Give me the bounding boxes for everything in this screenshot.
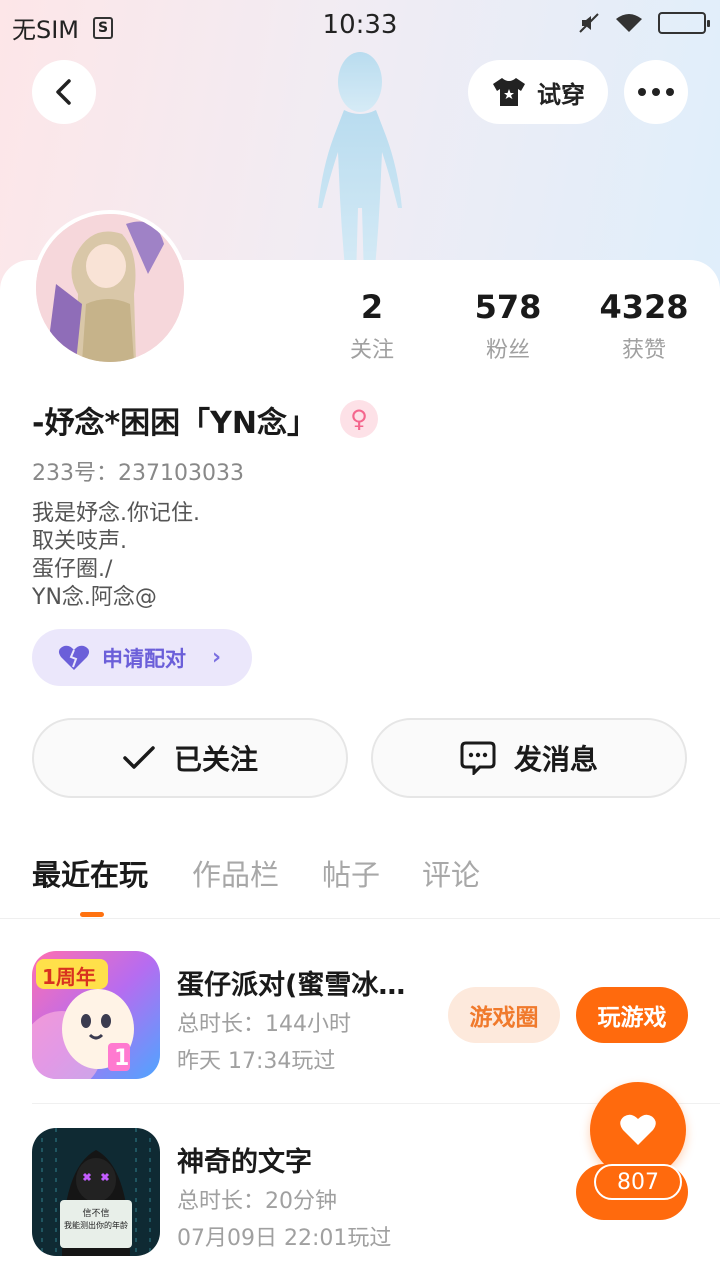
checkmark-icon <box>123 746 155 769</box>
stat-following-value: 2 <box>360 288 384 326</box>
stat-followers-label: 粉丝 <box>485 338 530 363</box>
followed-button[interactable]: 已关注 <box>32 718 348 798</box>
tab-posts[interactable]: 帖子 <box>322 852 380 894</box>
like-count-badge: 807 <box>594 1164 682 1200</box>
game-duration: 总时长：20分钟 <box>177 1189 337 1214</box>
bio-line: YN念.阿念@ <box>32 585 157 610</box>
mute-icon <box>579 13 599 33</box>
game-last-played: 07月09日 22:01玩过 <box>177 1226 392 1251</box>
heart-icon <box>620 1114 656 1145</box>
avatar-image <box>36 214 184 362</box>
back-button[interactable] <box>32 60 96 124</box>
game-icon: 1 1周年 <box>32 951 160 1079</box>
tab-recently-played[interactable]: 最近在玩 <box>32 852 148 894</box>
game-circle-button[interactable]: 游戏圈 <box>448 987 560 1043</box>
more-button[interactable] <box>624 60 688 124</box>
play-game-button[interactable]: 玩游戏 <box>576 987 688 1043</box>
avatar[interactable] <box>32 210 188 366</box>
game-icon-label: 1周年 <box>42 965 96 989</box>
profile-uid: 233号：237103033 <box>32 461 244 486</box>
stat-following-label: 关注 <box>349 338 394 363</box>
game-row[interactable]: 1 1周年 蛋仔派对(蜜雪冰… 总时长：144小时 昨天 17:34玩过 游戏圈… <box>32 951 720 1081</box>
stat-following[interactable]: 2 关注 <box>302 288 442 364</box>
chat-bubble-icon <box>460 741 496 775</box>
apply-pair-button[interactable]: 申请配对 › <box>32 629 252 686</box>
game-icon: 信不信 我能测出你的年龄 <box>32 1128 160 1256</box>
send-message-button[interactable]: 发消息 <box>371 718 687 798</box>
tabs-divider <box>0 918 720 919</box>
stat-likes-value: 4328 <box>599 288 689 326</box>
gender-female-icon: ♀ <box>340 400 378 438</box>
game-icon-caption-2: 我能测出你的年龄 <box>64 1221 128 1230</box>
game-title: 蛋仔派对(蜜雪冰… <box>177 970 406 1001</box>
chevron-left-icon <box>56 79 71 105</box>
stat-likes-label: 获赞 <box>621 338 666 363</box>
status-bar: 无SIM S 10:33 <box>0 0 720 50</box>
stat-followers[interactable]: 578 粉丝 <box>438 288 578 364</box>
stat-followers-value: 578 <box>474 288 542 326</box>
more-dots-icon <box>638 88 674 96</box>
tab-active-indicator <box>80 912 104 917</box>
try-on-label: 试穿 <box>537 80 585 109</box>
profile-name: -妤念*困困「YN念」 <box>32 406 317 441</box>
game-last-played: 昨天 17:34玩过 <box>177 1049 336 1074</box>
tab-comments[interactable]: 评论 <box>422 852 480 894</box>
svg-text:1: 1 <box>114 1046 129 1071</box>
bio-line: 蛋仔圈./ <box>32 557 113 582</box>
try-on-button[interactable]: 试穿 <box>468 60 608 124</box>
apply-pair-label: 申请配对 <box>102 646 186 671</box>
game-duration: 总时长：144小时 <box>177 1012 351 1037</box>
send-message-label: 发消息 <box>513 743 598 776</box>
chevron-right-icon: › <box>212 645 222 670</box>
avatar-3d-figure <box>318 52 402 278</box>
profile-bio: 我是妤念.你记住. 取关吱声. 蛋仔圈./ YN念.阿念@ <box>32 500 200 612</box>
battery-icon <box>658 12 710 34</box>
heart-pair-icon <box>58 645 90 670</box>
followed-label: 已关注 <box>173 743 258 776</box>
bio-line: 我是妤念.你记住. <box>32 501 200 526</box>
tab-works[interactable]: 作品栏 <box>192 852 279 894</box>
bio-line: 取关吱声. <box>32 529 127 554</box>
profile-stats: 2 关注 578 粉丝 4328 获赞 <box>300 288 700 368</box>
wifi-icon <box>616 14 642 32</box>
game-icon-caption-1: 信不信 <box>82 1209 110 1219</box>
stat-likes[interactable]: 4328 获赞 <box>574 288 714 364</box>
game-title: 神奇的文字 <box>177 1147 312 1178</box>
tshirt-icon <box>493 78 525 106</box>
